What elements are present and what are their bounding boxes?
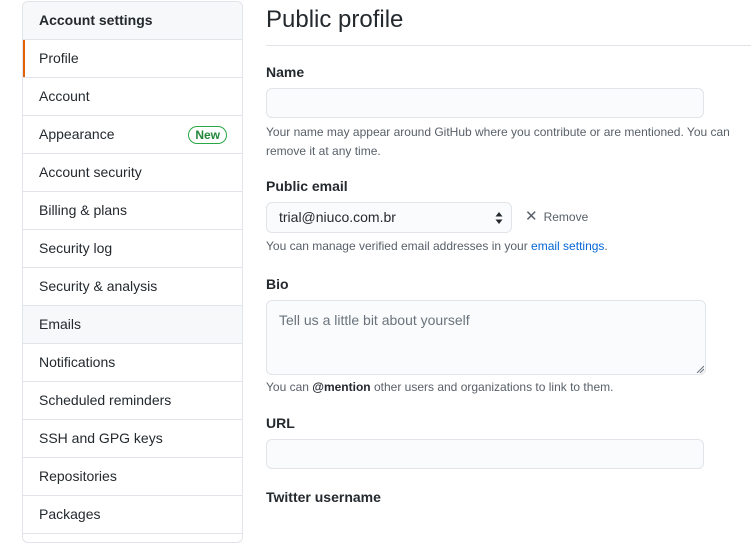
select-arrows-icon — [495, 212, 503, 224]
bio-placeholder: Tell us a little bit about yourself — [279, 312, 470, 328]
name-label: Name — [266, 64, 305, 80]
sidebar-item-label: Emails — [39, 316, 82, 332]
remove-email-button[interactable]: ✕ Remove — [525, 208, 588, 226]
url-input[interactable] — [266, 439, 704, 469]
twitter-label: Twitter username — [266, 489, 381, 505]
sidebar-item-label: Security log — [39, 240, 113, 256]
sidebar-item-label: Security & analysis — [39, 278, 158, 294]
sidebar-item-profile[interactable]: Profile — [23, 40, 242, 78]
sidebar-item-security-log[interactable]: Security log — [23, 230, 242, 268]
sidebar-item-label: Profile — [39, 50, 79, 66]
name-note: Your name may appear around GitHub where… — [266, 125, 730, 158]
sidebar-item-account-security[interactable]: Account security — [23, 154, 242, 192]
sidebar-item-label: Billing & plans — [39, 202, 127, 218]
settings-sidebar: Account settings Profile Account Appeara… — [22, 1, 243, 543]
sidebar-item-label: Account security — [39, 164, 142, 180]
bio-note-suffix: other users and organizations to link to… — [370, 380, 614, 394]
resize-handle-icon[interactable] — [696, 365, 704, 373]
sidebar-item-scheduled-reminders[interactable]: Scheduled reminders — [23, 382, 242, 420]
public-email-select[interactable]: trial@niuco.com.br — [266, 202, 512, 233]
sidebar-item-label: Packages — [39, 506, 101, 522]
sidebar-item-emails[interactable]: Emails — [23, 306, 242, 344]
bio-label: Bio — [266, 276, 289, 292]
sidebar-header: Account settings — [23, 2, 242, 40]
new-badge: New — [188, 126, 227, 144]
email-settings-link[interactable]: email settings — [531, 239, 604, 253]
sidebar-item-ssh-gpg-keys[interactable]: SSH and GPG keys — [23, 420, 242, 458]
sidebar-item-account[interactable]: Account — [23, 78, 242, 116]
sidebar-item-repositories[interactable]: Repositories — [23, 458, 242, 496]
sidebar-item-label: Account — [39, 88, 90, 104]
page-title: Public profile — [266, 0, 751, 46]
public-email-value: trial@niuco.com.br — [279, 209, 396, 225]
mention-text: @mention — [312, 380, 371, 394]
name-input[interactable] — [266, 88, 704, 118]
sidebar-item-appearance[interactable]: Appearance New — [23, 116, 242, 154]
public-email-label: Public email — [266, 178, 348, 194]
public-email-note-suffix: . — [604, 239, 608, 253]
bio-note-text: You can — [266, 380, 313, 394]
bio-note: You can @mention other users and organiz… — [266, 378, 741, 397]
close-icon: ✕ — [525, 208, 538, 225]
public-email-note-text: You can manage verified email addresses … — [266, 239, 532, 253]
public-email-note: You can manage verified email addresses … — [266, 237, 741, 256]
sidebar-item-security-analysis[interactable]: Security & analysis — [23, 268, 242, 306]
sidebar-item-label: Appearance — [39, 126, 115, 142]
sidebar-item-label: Repositories — [39, 468, 117, 484]
remove-label: Remove — [543, 210, 589, 224]
bio-textarea[interactable]: Tell us a little bit about yourself — [266, 300, 706, 375]
sidebar-item-notifications[interactable]: Notifications — [23, 344, 242, 382]
sidebar-item-label: Notifications — [39, 354, 116, 370]
sidebar-item-label: Scheduled reminders — [39, 392, 172, 408]
sidebar-item-label: SSH and GPG keys — [39, 430, 163, 446]
sidebar-item-packages[interactable]: Packages — [23, 496, 242, 534]
profile-form: Public profile Name Your name may appear… — [266, 0, 751, 514]
sidebar-item-billing[interactable]: Billing & plans — [23, 192, 242, 230]
url-label: URL — [266, 415, 295, 431]
